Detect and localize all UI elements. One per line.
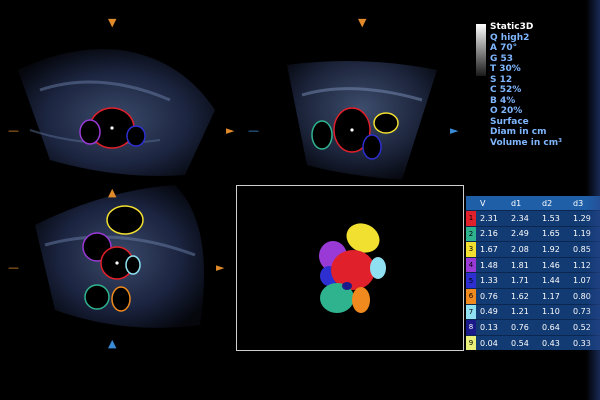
table-row[interactable]: 6 0.76 1.62 1.17 0.80 — [466, 287, 600, 305]
scan-plane-b[interactable] — [282, 55, 442, 183]
grayscale-bar — [476, 24, 486, 76]
smooth-value: S 12 — [490, 74, 513, 85]
table-row[interactable]: 8 0.13 0.76 0.64 0.52 — [466, 319, 600, 336]
cell-d1: 1.21 — [507, 303, 538, 320]
volume-data-table: V d1 d2 d3 1 2.31 2.34 1.53 1.29 2 2.16 — [466, 196, 600, 351]
cell-volume: 0.49 — [476, 303, 507, 320]
cell-d1: 2.34 — [507, 210, 538, 227]
arrow-up-icon: ▲ — [108, 337, 117, 350]
arrow-down-icon: ▼ — [358, 16, 367, 29]
cell-d2: 1.92 — [538, 241, 569, 258]
row-index-swatch: 8 — [466, 319, 476, 336]
arrow-right-icon: ► — [216, 261, 225, 274]
cell-d2: 0.43 — [538, 334, 569, 351]
row-index-swatch: 7 — [466, 303, 476, 320]
row-index-swatch: 2 — [466, 225, 476, 242]
volume-table: V d1 d2 d3 1 2.31 2.34 1.53 1.29 2 2.16 — [466, 196, 600, 351]
cell-d1: 2.08 — [507, 241, 538, 258]
ultrasound-screen: ▼ ▲ ▼ — ► — ► — ► ▲ Static3D Q high2 A 7… — [0, 0, 600, 400]
gain-value: G 53 — [490, 53, 514, 64]
render-3d-viewport[interactable] — [236, 185, 464, 351]
follicle-render — [319, 223, 386, 313]
row-index-swatch: 5 — [466, 272, 476, 289]
table-row[interactable]: 4 1.48 1.81 1.46 1.12 — [466, 256, 600, 273]
cell-d2: 1.10 — [538, 303, 569, 320]
threshold-value: T 30% — [490, 64, 521, 74]
scan-plane-c[interactable] — [25, 185, 225, 335]
arrow-up-icon: ▲ — [108, 186, 117, 199]
brightness-value: B 4% — [490, 95, 516, 106]
arrow-right-icon: — — [8, 124, 19, 137]
arrow-right-icon: ► — [226, 124, 235, 137]
cell-d2: 1.44 — [538, 272, 569, 289]
quality-value: Q high2 — [490, 32, 530, 43]
cell-volume: 0.04 — [476, 334, 507, 351]
arrow-down-icon: ▼ — [108, 16, 117, 29]
cell-d1: 1.81 — [507, 256, 538, 273]
row-index-swatch: 4 — [466, 256, 476, 273]
cell-volume: 2.31 — [476, 210, 507, 227]
cell-d2: 0.64 — [538, 319, 569, 336]
arrow-right-icon: ► — [450, 124, 459, 137]
render-mode: Surface — [490, 116, 529, 127]
cell-d1: 1.62 — [507, 287, 538, 305]
table-row[interactable]: 9 0.04 0.54 0.43 0.33 — [466, 334, 600, 351]
column-header-index — [466, 196, 476, 211]
cell-volume: 1.67 — [476, 241, 507, 258]
cell-d2: 1.46 — [538, 256, 569, 273]
table-header-row: V d1 d2 d3 — [466, 196, 600, 211]
cell-volume: 2.16 — [476, 225, 507, 242]
row-index-swatch: 1 — [466, 210, 476, 227]
column-header-d1: d1 — [507, 196, 538, 211]
angle-value: A 70° — [490, 43, 518, 53]
screen-edge-glow — [586, 0, 600, 400]
cell-d2: 1.17 — [538, 287, 569, 305]
cell-volume: 1.33 — [476, 272, 507, 289]
cell-d2: 1.53 — [538, 210, 569, 227]
table-row[interactable]: 2 2.16 2.49 1.65 1.19 — [466, 225, 600, 242]
row-index-swatch: 6 — [466, 287, 476, 305]
cell-d1: 0.76 — [507, 319, 538, 336]
table-row[interactable]: 3 1.67 2.08 1.92 0.85 — [466, 241, 600, 258]
arrow-right-icon: — — [8, 261, 19, 274]
column-header-v: V — [476, 196, 507, 211]
cell-d2: 1.65 — [538, 225, 569, 242]
acquisition-parameters: Static3D Q high2 A 70° G 53 T 30% S 12 C… — [490, 22, 562, 148]
scan-plane-a[interactable] — [10, 40, 225, 180]
table-row[interactable]: 5 1.33 1.71 1.44 1.07 — [466, 272, 600, 289]
diameter-unit: Diam in cm — [490, 127, 547, 137]
cell-volume: 1.48 — [476, 256, 507, 273]
contrast-value: C 52% — [490, 85, 522, 95]
row-index-swatch: 3 — [466, 241, 476, 258]
cell-d1: 2.49 — [507, 225, 538, 242]
column-header-d2: d2 — [538, 196, 569, 211]
cell-volume: 0.76 — [476, 287, 507, 305]
row-index-swatch: 9 — [466, 334, 476, 351]
cell-d1: 0.54 — [507, 334, 538, 351]
arrow-right-icon: — — [248, 124, 259, 137]
table-row[interactable]: 1 2.31 2.34 1.53 1.29 — [466, 210, 600, 227]
cell-d1: 1.71 — [507, 272, 538, 289]
mode-label: Static3D — [490, 22, 534, 32]
cell-volume: 0.13 — [476, 319, 507, 336]
volume-unit: Volume in cm³ — [490, 137, 563, 148]
opacity-value: O 20% — [490, 106, 523, 116]
table-row[interactable]: 7 0.49 1.21 1.10 0.73 — [466, 303, 600, 320]
